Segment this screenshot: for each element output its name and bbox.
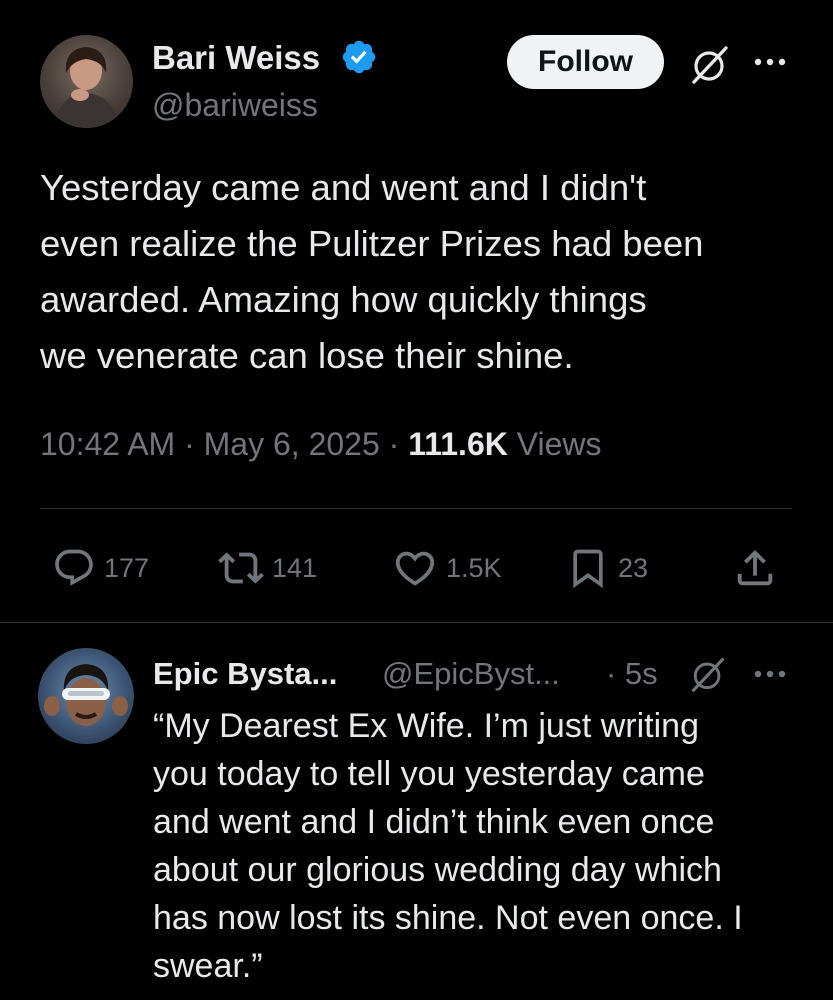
more-icon[interactable] [750, 664, 790, 684]
section-divider [0, 622, 833, 623]
meta-separator: · [388, 426, 400, 462]
tweet-text-line: we venerate can lose their shine. [40, 335, 574, 376]
bookmark-count: 23 [618, 552, 649, 583]
tweet-date[interactable]: May 6, 2025 [204, 426, 380, 462]
reply-text-line: you today to tell you yesterday came [153, 755, 705, 793]
reply-timestamp[interactable]: · 5s [606, 654, 658, 694]
retweet-count: 141 [272, 552, 318, 583]
views-label: Views [516, 426, 602, 462]
verified-badge-icon [342, 40, 376, 74]
reply-text-line: swear.” [153, 947, 263, 985]
author-handle[interactable]: @bariweiss [152, 85, 318, 125]
follow-button[interactable]: Follow [507, 35, 664, 89]
grok-icon[interactable] [688, 654, 728, 694]
reply-author-handle[interactable]: @EpicByst... [382, 654, 560, 694]
reply-author-display-name[interactable]: Epic Bysta... [153, 654, 337, 694]
like-button[interactable]: 1.5K [392, 538, 502, 598]
meta-separator: · [184, 426, 195, 462]
main-tweet: Bari Weiss @bariweiss Follow Yesterday c… [0, 0, 833, 622]
reply-text-line: and went and I didn’t think even once [153, 803, 715, 841]
retweet-icon [218, 552, 264, 584]
tweet-text-line: Yesterday came and went and I didn't [40, 167, 647, 208]
reply-text-line: about our glorious wedding day which [153, 851, 722, 889]
reply-count: 177 [104, 552, 150, 583]
tweet-text: Yesterday came and went and I didn't eve… [40, 160, 810, 384]
author-avatar[interactable] [40, 35, 133, 128]
like-count: 1.5K [446, 552, 502, 583]
reply-icon [55, 549, 93, 586]
views-count[interactable]: 111.6K [408, 426, 508, 462]
tweet-text-line: awarded. Amazing how quickly things [40, 279, 647, 320]
like-icon [395, 551, 435, 586]
reply-text-line: has now lost its shine. Not even once. I [153, 899, 743, 937]
bookmark-button[interactable]: 23 [566, 538, 648, 598]
tweet-text-line: even realize the Pulitzer Prizes had bee… [40, 223, 704, 264]
reply-text: “My Dearest Ex Wife. I’m just writing yo… [153, 702, 823, 990]
author-display-name[interactable]: Bari Weiss [152, 38, 320, 78]
reply-author-avatar[interactable] [38, 648, 134, 744]
tweet-meta: 10:42 AM · May 6, 2025 · 111.6K Views [40, 422, 602, 466]
action-bar: 177 141 1.5K 23 [0, 538, 833, 598]
grok-icon[interactable] [688, 42, 732, 86]
more-icon[interactable] [750, 52, 790, 72]
share-button[interactable] [732, 538, 778, 598]
share-icon [737, 549, 773, 586]
meta-divider [40, 508, 792, 509]
retweet-button[interactable]: 141 [218, 538, 317, 598]
bookmark-icon [573, 549, 603, 589]
reply-button[interactable]: 177 [52, 538, 149, 598]
tweet-time[interactable]: 10:42 AM [40, 426, 175, 462]
reply-text-line: “My Dearest Ex Wife. I’m just writing [153, 707, 699, 745]
